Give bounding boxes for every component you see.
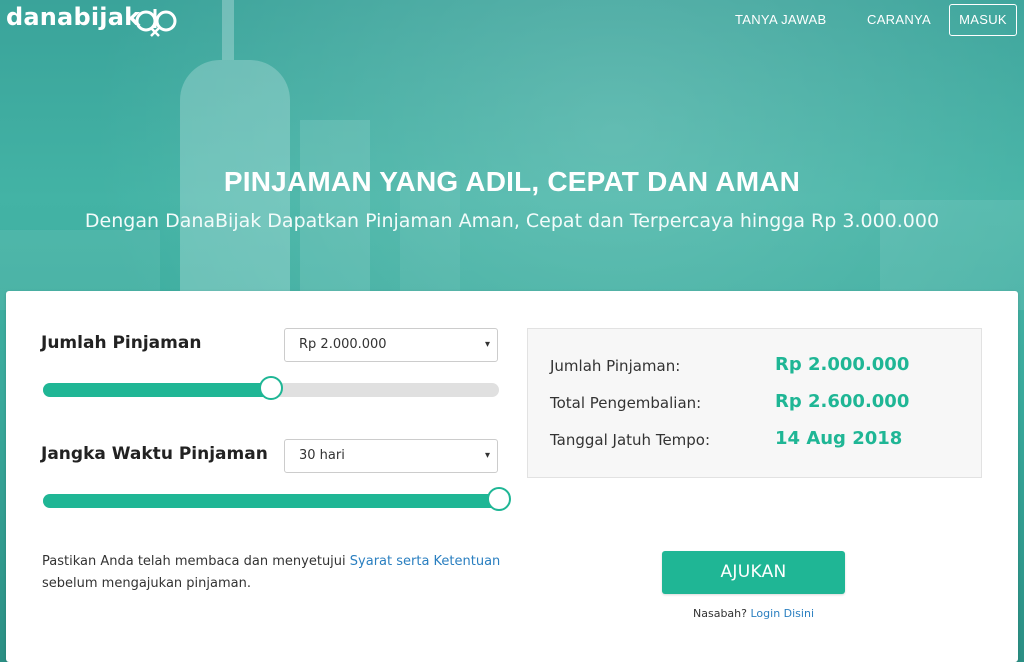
summary-value-amount: Rp 2.000.000 [775, 354, 910, 375]
hero-subtitle: Dengan DanaBijak Dapatkan Pinjaman Aman,… [84, 210, 940, 232]
brand-logo-text[interactable]: danabijak [6, 3, 140, 31]
terms-notice: Pastikan Anda telah membaca dan menyetuj… [42, 551, 512, 595]
loan-calculator-card: Jumlah Pinjaman Rp 2.000.000 ▾ Jangka Wa… [6, 291, 1018, 662]
login-link[interactable]: Login Disini [750, 607, 814, 620]
loan-amount-select[interactable]: Rp 2.000.000 ▾ [284, 328, 498, 362]
login-prompt: Nasabah? Login Disini [662, 607, 845, 620]
slider-thumb[interactable] [259, 376, 283, 400]
db-monogram-icon[interactable] [133, 6, 181, 38]
loan-amount-label: Jumlah Pinjaman [41, 333, 202, 353]
dropdown-caret-icon: ▾ [484, 339, 490, 350]
hero-title: PINJAMAN YANG ADIL, CEPAT DAN AMAN [223, 166, 801, 197]
loan-term-select[interactable]: 30 hari ▾ [284, 439, 498, 473]
slider-fill [43, 383, 271, 397]
submit-button[interactable]: AJUKAN [662, 551, 845, 594]
top-nav: danabijak TANYA JAWAB CARANYA MASUK [0, 0, 1024, 46]
loan-term-slider[interactable] [43, 487, 511, 511]
dropdown-caret-icon: ▾ [484, 450, 490, 461]
terms-notice-suffix: sebelum mengajukan pinjaman. [42, 576, 251, 591]
summary-value-due-date: 14 Aug 2018 [775, 428, 903, 449]
terms-notice-prefix: Pastikan Anda telah membaca dan menyetuj… [42, 554, 346, 569]
summary-value-total: Rp 2.600.000 [775, 391, 910, 412]
login-prompt-text: Nasabah? [693, 607, 747, 620]
nav-link-tanya-jawab[interactable]: TANYA JAWAB [735, 12, 826, 27]
summary-label-total: Total Pengembalian: [550, 394, 702, 412]
slider-thumb[interactable] [487, 487, 511, 511]
nav-link-caranya[interactable]: CARANYA [867, 12, 931, 27]
loan-amount-selected: Rp 2.000.000 [299, 337, 387, 352]
loan-summary-box: Jumlah Pinjaman: Rp 2.000.000 Total Peng… [527, 328, 982, 478]
loan-term-label: Jangka Waktu Pinjaman [41, 444, 268, 464]
login-button[interactable]: MASUK [949, 4, 1017, 36]
slider-fill [43, 494, 499, 508]
summary-label-due-date: Tanggal Jatuh Tempo: [550, 431, 711, 449]
loan-amount-slider[interactable] [43, 376, 499, 400]
terms-link[interactable]: Syarat serta Ketentuan [350, 554, 501, 569]
summary-label-amount: Jumlah Pinjaman: [550, 357, 681, 375]
loan-term-selected: 30 hari [299, 448, 345, 463]
